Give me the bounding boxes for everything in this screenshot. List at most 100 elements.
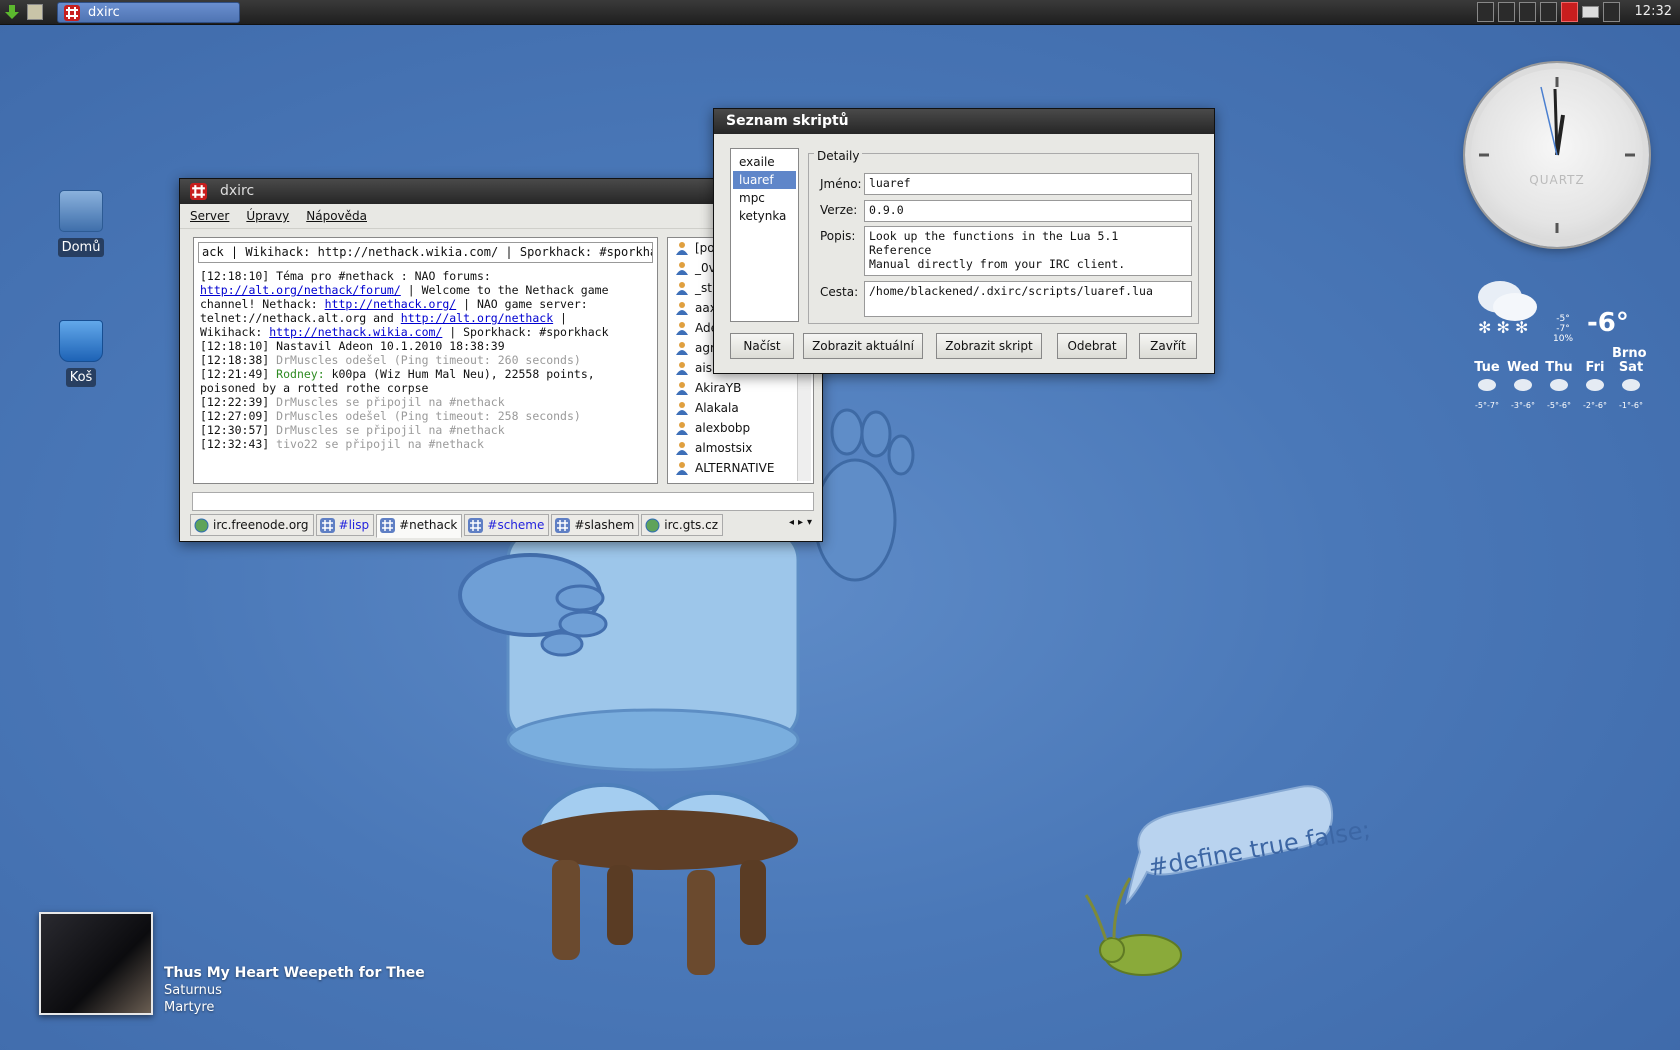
weather-city: Brno: [1612, 346, 1647, 361]
user-icon: [676, 322, 688, 335]
topic-bar[interactable]: ack | Wikihack: http://nethack.wikia.com…: [198, 242, 653, 263]
channel-tab-label: irc.freenode.org: [213, 518, 309, 532]
forecast-day-name: Thu: [1545, 360, 1573, 375]
track-title: Thus My Heart Weepeth for Thee: [164, 965, 425, 981]
chat-link[interactable]: http://nethack.wikia.com/: [269, 325, 442, 339]
user-icon: [676, 402, 688, 415]
user-list-item[interactable]: Alakala: [668, 398, 813, 418]
message-text: |: [553, 311, 567, 325]
show-desktop-icon[interactable]: [27, 4, 43, 20]
scripts-dialog: Seznam skriptů exaile luaref mpc ketynka…: [713, 108, 1215, 374]
channel-tab[interactable]: #slashem: [551, 514, 640, 536]
message-time: [12:18:38]: [200, 353, 277, 367]
trash-label: Koš: [65, 368, 97, 387]
user-list-item[interactable]: alexbobp: [668, 418, 813, 438]
user-nick: [po: [695, 241, 715, 255]
menu-edit[interactable]: Úpravy: [246, 204, 289, 228]
weather-forecast: Tue -5°-7° Wed -3°-6° Thu -5°-6° Fri -2°-6° …: [1469, 360, 1649, 410]
user-nick: agr: [695, 341, 715, 355]
dxirc-title: dxirc: [220, 183, 255, 199]
system-message: DrMuscles se připojil na #nethack: [276, 423, 505, 437]
nick-label: Rodney:: [276, 367, 325, 381]
channel-tab[interactable]: #lisp: [315, 514, 375, 536]
path-field[interactable]: /home/blackened/.dxirc/scripts/luaref.lu…: [864, 281, 1192, 317]
desktop-trash-icon[interactable]: Koš: [51, 320, 111, 387]
menu-server[interactable]: Server: [190, 204, 229, 228]
snow-cloud-icon: ✻ ✻ ✻: [1478, 281, 1537, 335]
version-field[interactable]: 0.9.0: [864, 200, 1192, 222]
system-message: DrMuscles se připojil na #nethack: [276, 395, 505, 409]
user-icon: [676, 282, 688, 295]
dxirc-app-icon: [64, 5, 80, 21]
close-button[interactable]: Zavřít: [1139, 333, 1197, 359]
network-icon[interactable]: [1603, 2, 1620, 22]
name-field[interactable]: luaref: [864, 173, 1192, 195]
message-text: | Welcome to the Nethack game: [400, 283, 609, 297]
workspace-4-icon[interactable]: [1540, 2, 1557, 22]
show-current-button[interactable]: Zobrazit aktuální: [803, 333, 923, 359]
workspace-switcher-icon[interactable]: [1477, 2, 1494, 22]
script-item-mpc[interactable]: mpc: [733, 189, 796, 207]
user-list-item[interactable]: almostsix: [668, 438, 813, 458]
channel-tab[interactable]: #nethack: [376, 514, 463, 538]
message-text: | Sporkhack: #sporkhack: [442, 325, 609, 339]
server-globe-icon: [194, 518, 209, 533]
message-time: [12:30:57]: [200, 423, 277, 437]
user-nick: alexbobp: [695, 421, 751, 435]
track-album: Martyre: [164, 1000, 215, 1015]
load-button[interactable]: Načíst: [730, 333, 794, 359]
workspace-2-icon[interactable]: [1498, 2, 1515, 22]
show-script-button[interactable]: Zobrazit skript: [936, 333, 1042, 359]
message-log[interactable]: [12:18:10] Téma pro #nethack : NAO forum…: [200, 269, 653, 451]
chat-link[interactable]: http://nethack.org/: [325, 297, 457, 311]
user-nick: AkiraYB: [695, 381, 742, 395]
dxirc-tray-icon[interactable]: [1561, 2, 1578, 22]
channel-tab[interactable]: irc.gts.cz: [641, 514, 723, 536]
user-icon: [676, 342, 688, 355]
channel-tab[interactable]: irc.freenode.org: [190, 514, 314, 536]
user-nick: almostsix: [695, 441, 753, 455]
weather-precip: 10%: [1553, 334, 1574, 344]
tab-scroll-arrows[interactable]: ◂▸▾: [789, 517, 816, 528]
channel-tab[interactable]: #scheme: [464, 514, 550, 536]
message-text: | NAO game server:: [456, 297, 588, 311]
chat-link[interactable]: http://alt.org/nethack: [401, 311, 553, 325]
clock-brand: QUARTZ: [1529, 173, 1585, 187]
panel-clock[interactable]: 12:32: [1635, 4, 1672, 19]
desktop-home-icon[interactable]: Domů: [51, 190, 111, 257]
taskbar-button-dxirc[interactable]: dxirc: [57, 2, 240, 23]
user-list-item[interactable]: ALTERNATIVE: [668, 458, 813, 478]
workspace-3-icon[interactable]: [1519, 2, 1536, 22]
forecast-day-name: Sat: [1618, 360, 1644, 375]
script-item-ketynka[interactable]: ketynka: [733, 207, 796, 225]
chat-area[interactable]: ack | Wikihack: http://nethack.wikia.com…: [193, 237, 658, 484]
system-tray: [1477, 2, 1620, 23]
script-list[interactable]: exaile luaref mpc ketynka: [730, 148, 799, 322]
details-legend: Detaily: [814, 149, 863, 163]
taskbar-button-label: dxirc: [88, 5, 120, 20]
user-icon: [676, 382, 688, 395]
download-arrow-icon[interactable]: [4, 4, 20, 20]
system-message: tivo22 se připojil na #nethack: [276, 437, 484, 451]
trash-bin-icon: [59, 320, 103, 362]
message-time: [12:21:49]: [200, 367, 277, 381]
user-icon: [676, 242, 688, 255]
message-time: [12:32:43]: [200, 437, 277, 451]
chat-link[interactable]: http://alt.org/nethack/forum/: [200, 283, 401, 297]
script-item-luaref[interactable]: luaref: [733, 171, 796, 189]
mail-envelope-icon[interactable]: [1582, 6, 1599, 18]
description-label: Popis:: [820, 229, 856, 243]
menu-help[interactable]: Nápověda: [306, 204, 367, 228]
forecast-temps: -2°-6°: [1583, 401, 1607, 410]
description-field[interactable]: Look up the functions in the Lua 5.1 Ref…: [864, 226, 1192, 276]
user-list-item[interactable]: AkiraYB: [668, 378, 813, 398]
scripts-titlebar[interactable]: Seznam skriptů: [714, 109, 1214, 134]
home-label: Domů: [57, 238, 105, 257]
remove-button[interactable]: Odebrat: [1057, 333, 1127, 359]
script-item-exaile[interactable]: exaile: [733, 153, 796, 171]
message-input[interactable]: [192, 492, 814, 511]
weather-temperature: -6°: [1587, 308, 1629, 338]
album-cover[interactable]: [39, 912, 153, 1015]
snow-icon: [1514, 379, 1532, 391]
forecast-day: Fri -2°-6°: [1577, 360, 1613, 410]
